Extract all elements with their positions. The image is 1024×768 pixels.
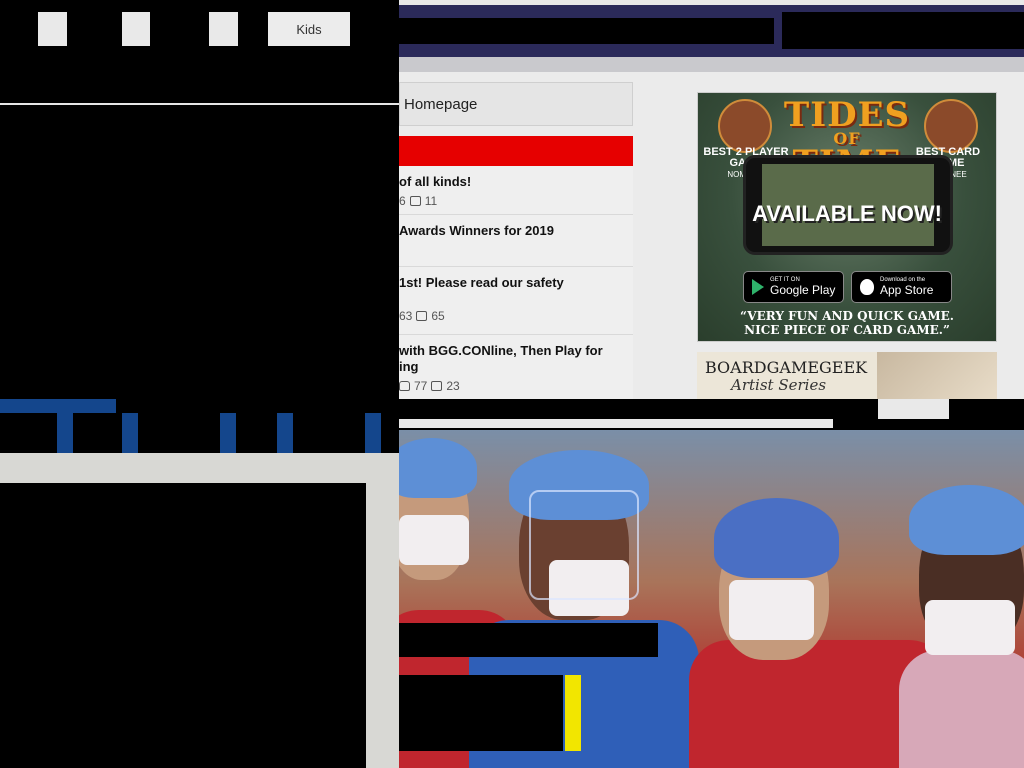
app-store-button[interactable]: Download on the App Store [851,271,952,303]
photo-shape [729,580,814,640]
redacted-block [399,623,658,657]
bottom-left-pane [0,399,399,768]
google-play-text: GET IT ON Google Play [770,277,835,297]
header-strip [399,419,833,428]
nav-tab[interactable] [122,12,150,46]
nav-tab[interactable] [209,12,238,46]
artist-ad-line2: Artist Series [731,376,827,394]
google-play-button[interactable]: GET IT ON Google Play [743,271,844,303]
header-tab[interactable] [878,399,949,419]
thumbs-up-icon [399,381,410,391]
divider [0,103,399,105]
comment-icon [409,196,421,206]
homepage-link[interactable]: Homepage [399,82,633,126]
thread-meta: 63 65 [399,309,629,323]
ad-quote-line1: “VERY FUN AND QUICK GAME. [740,309,954,323]
comment-icon [431,381,443,391]
google-play-icon [752,279,764,295]
apple-icon [860,279,874,295]
header-redacted-bar [399,18,774,44]
list-item[interactable]: of all kinds! 6 11 [399,166,633,215]
subheader [399,57,1024,72]
blue-nav-tab[interactable] [57,413,73,453]
thread-meta: 77 23 [399,379,629,393]
blue-nav-tab[interactable] [277,413,293,453]
bottom-right-pane [399,399,1024,768]
main-content: Homepage of all kinds! 6 11 Awards Winne… [399,72,1024,399]
tides-of-time-ad[interactable]: TIDES OF TIME BEST 2 PLAYER GAME NOMINEE… [697,92,997,342]
blue-nav-tab[interactable] [365,413,381,453]
likes-count: 63 [399,309,413,323]
top-right-pane: Homepage of all kinds! 6 11 Awards Winne… [399,0,1024,399]
gray-toolbar [0,453,399,483]
photo-shape [899,650,1024,768]
photo-shape [925,600,1015,655]
artist-ad-artwork [877,352,997,399]
photo-shape [399,515,469,565]
ad-quote: “VERY FUN AND QUICK GAME. NICE PIECE OF … [698,309,996,337]
section-header-bar [399,136,633,166]
blue-nav-tab[interactable] [122,413,138,453]
thread-title[interactable]: with BGG.CONline, Then Play for [399,343,629,359]
comments-count: 11 [424,194,438,208]
artist-series-ad[interactable]: BOARDGAMEGEEK Artist Series [697,352,997,399]
comment-icon [416,311,428,321]
app-store-label: App Store [880,283,934,297]
list-item[interactable]: Awards Winners for 2019 [399,215,633,267]
nav-tab[interactable] [38,12,67,46]
list-item[interactable]: with BGG.CONline, Then Play for ing 77 2… [399,335,633,399]
thread-title[interactable]: Awards Winners for 2019 [399,223,629,239]
yellow-accent-bar [565,675,581,751]
thread-meta: 6 11 [399,194,629,208]
thread-title[interactable]: 1st! Please read our safety [399,275,629,291]
homepage-label: Homepage [404,95,478,113]
list-item[interactable]: 1st! Please read our safety 63 65 [399,267,633,335]
redacted-block [399,675,563,751]
comments-count: 65 [431,309,445,323]
google-play-label: Google Play [770,283,836,297]
likes-count: 77 [414,379,428,393]
ad-quote-line2: NICE PIECE OF CARD GAME.” [744,323,950,337]
available-now-text: AVAILABLE NOW! [752,201,942,226]
thread-title[interactable]: of all kinds! [399,174,629,190]
nav-tab-kids[interactable]: Kids [268,12,350,46]
artist-ad-line1: BOARDGAMEGEEK [705,358,868,377]
header-search-box[interactable] [782,12,1024,49]
app-store-text: Download on the App Store [880,277,933,297]
blue-nav-tab[interactable] [220,413,236,453]
thread-title-line2[interactable]: ing [399,359,629,375]
photo-shape [399,438,477,498]
photo-shape [714,498,839,578]
blue-nav-bar [0,399,116,413]
gray-sidebar [366,483,399,768]
photo-shape [529,490,639,600]
likes-count: 6 [399,194,406,208]
hot-topics-list: of all kinds! 6 11 Awards Winners for 20… [399,166,633,399]
comments-count: 23 [446,379,460,393]
photo-shape [909,485,1024,555]
top-left-pane: Kids [0,0,399,399]
